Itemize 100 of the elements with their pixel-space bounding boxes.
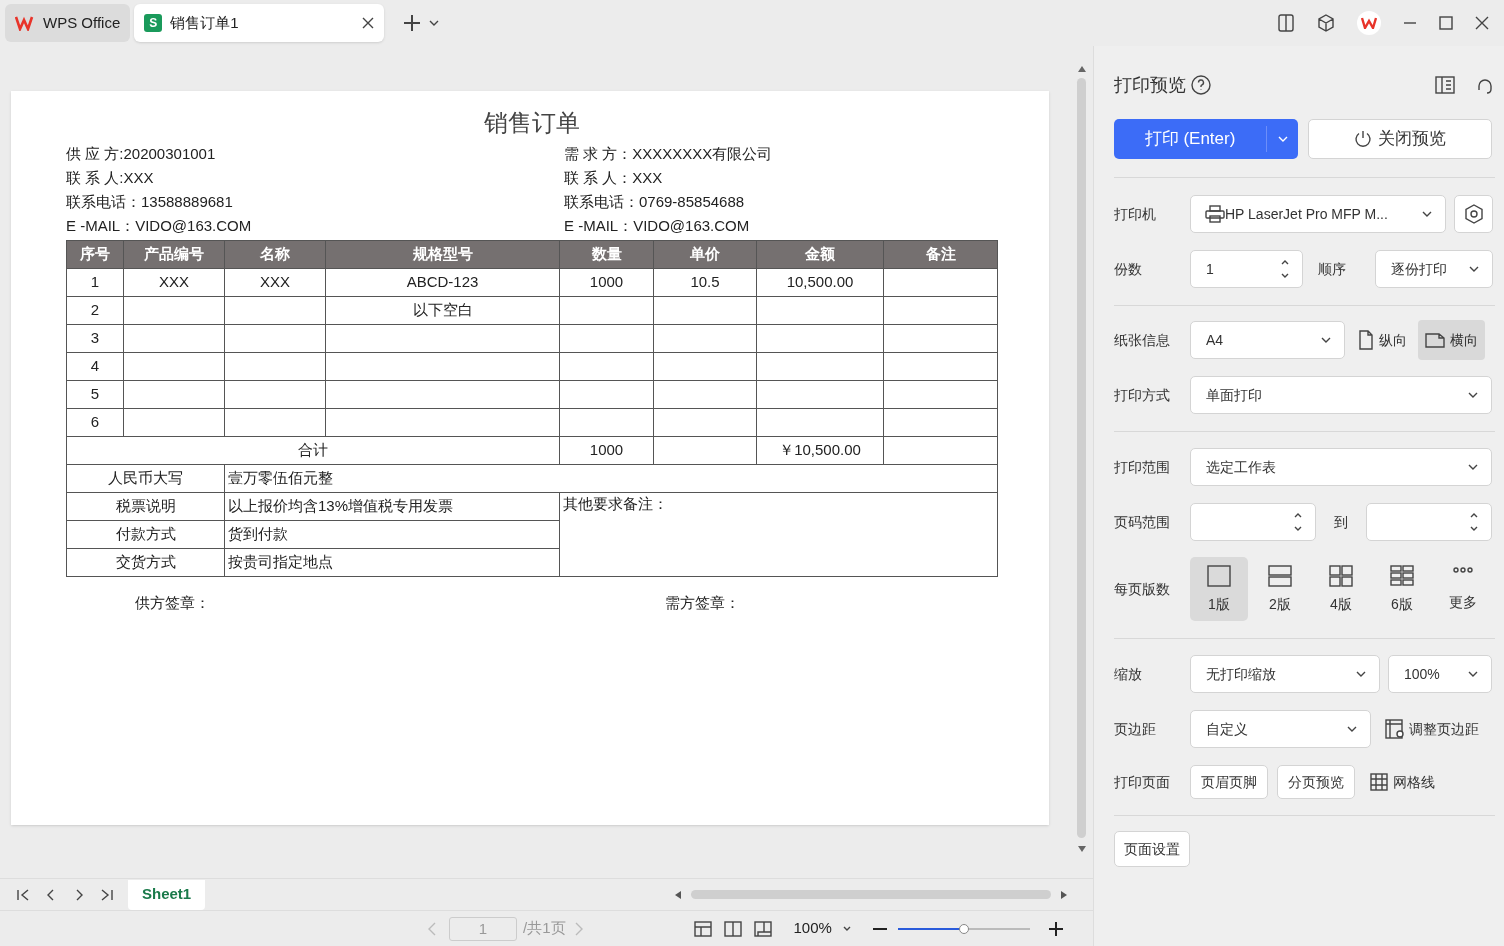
pages-per-sheet-option[interactable]: 4版 [1312, 557, 1370, 621]
dropdown[interactable]: A4 [1190, 321, 1345, 359]
column-header: 单价 [653, 240, 757, 269]
pages-per-sheet-option[interactable]: 更多 [1434, 557, 1492, 621]
scroll-up-icon[interactable] [1077, 66, 1086, 72]
wps-logo-icon [15, 15, 35, 31]
orientation-option[interactable]: 纵向 [1351, 320, 1414, 360]
spin-arrows-icon[interactable] [1469, 511, 1479, 533]
slider-thumb[interactable] [958, 923, 969, 934]
first-sheet-icon[interactable] [16, 887, 30, 902]
table-cell: 10.5 [653, 268, 757, 297]
portrait-page-icon [1358, 330, 1374, 350]
orientation-option[interactable]: 横向 [1418, 320, 1485, 360]
cube-icon[interactable] [1317, 14, 1335, 32]
zoom-in-icon[interactable] [1047, 920, 1064, 937]
scrollbar-thumb[interactable] [1077, 78, 1086, 838]
field-label: 纸张信息 [1114, 330, 1171, 350]
print-button[interactable]: 打印 (Enter) [1114, 119, 1298, 159]
table-cell: XXX [123, 268, 225, 297]
sheet-tab[interactable]: Sheet1 [128, 879, 206, 910]
signature-label: 供方签章： [135, 593, 211, 613]
power-icon [1354, 130, 1372, 148]
spreadsheet-icon: S [144, 14, 163, 32]
column-header: 数量 [559, 240, 654, 269]
two-page-icon [1267, 563, 1293, 588]
column-header: 金额 [756, 240, 884, 269]
dropdown[interactable]: 无打印缩放 [1190, 655, 1380, 693]
landscape-page-icon [1425, 332, 1445, 348]
page-setup-button[interactable]: 页面设置 [1114, 831, 1190, 867]
zoom-level[interactable]: 100% [793, 917, 832, 940]
number-field[interactable] [1190, 503, 1316, 541]
pages-per-sheet-option[interactable]: 2版 [1251, 557, 1309, 621]
field-label: 每页版数 [1114, 579, 1171, 599]
spin-arrows-icon[interactable] [1280, 258, 1290, 280]
info-line: 联 系 人:XXX [66, 168, 155, 188]
layout-icon[interactable] [1435, 76, 1455, 94]
close-icon[interactable] [362, 17, 375, 29]
table-cell: 以上报价均含13%增值税专用发票 [224, 492, 560, 521]
table-cell: 人民币大写 [66, 464, 225, 493]
column-header: 备注 [883, 240, 998, 269]
margin-icon [1385, 719, 1405, 739]
table-cell: XXX [224, 268, 326, 297]
close-icon[interactable] [1475, 16, 1489, 30]
new-tab-icon[interactable] [402, 13, 423, 33]
help-icon[interactable] [1191, 75, 1211, 95]
printer-icon [1205, 205, 1225, 223]
column-header: 产品编号 [123, 240, 225, 269]
table-cell: 10,500.00 [756, 268, 884, 297]
field-label: 页边距 [1114, 719, 1157, 739]
number-field[interactable] [1366, 503, 1492, 541]
scroll-down-icon[interactable] [1077, 846, 1086, 852]
adjust-margins-button[interactable]: 调整页边距 [1385, 718, 1479, 740]
four-page-grid-icon [1328, 563, 1354, 588]
table-cell: 2 [66, 296, 124, 325]
gridlines-button[interactable]: 网格线 [1370, 771, 1435, 793]
table-cell: 1 [66, 268, 124, 297]
dropdown[interactable]: 逐份打印 [1375, 250, 1493, 288]
printer-settings-button[interactable] [1454, 195, 1493, 233]
close-preview-button[interactable]: 关闭预览 [1308, 119, 1492, 159]
pages-per-sheet-option[interactable]: 6版 [1373, 557, 1431, 621]
page-view-icon[interactable] [753, 920, 772, 937]
table-cell: 6 [66, 408, 124, 437]
table-cell: 3 [66, 324, 124, 353]
dropdown[interactable]: HP LaserJet Pro MFP M... [1190, 195, 1446, 233]
info-line: 联 系 人：XXX [564, 168, 664, 188]
scroll-right-icon[interactable] [1061, 890, 1067, 899]
page-count: /共1页 [523, 918, 566, 939]
field-label: 顺序 [1318, 259, 1347, 279]
table-cell: 交货方式 [66, 548, 225, 577]
table-cell: 4 [66, 352, 124, 381]
maximize-icon[interactable] [1439, 16, 1453, 30]
last-sheet-icon[interactable] [100, 887, 114, 902]
wps-mark-icon [1361, 17, 1377, 29]
field-label: 到 [1333, 512, 1349, 532]
window-tab[interactable]: S 销售订单1 [134, 4, 385, 42]
table-cell: 合计 [66, 436, 560, 465]
print-page-button[interactable]: 页眉页脚 [1190, 765, 1268, 799]
spin-arrows-icon[interactable] [1293, 511, 1303, 533]
panel-title: 打印预览 [1114, 73, 1186, 97]
scrollbar-thumb[interactable] [691, 890, 1051, 899]
wps-logo-icon[interactable] [1357, 11, 1381, 35]
window-tab[interactable]: WPS Office [5, 4, 131, 42]
dropdown[interactable]: 100% [1388, 655, 1492, 693]
print-page-button[interactable]: 分页预览 [1277, 765, 1355, 799]
number-field[interactable]: 1 [1190, 250, 1303, 288]
dropdown[interactable]: 自定义 [1190, 710, 1371, 748]
split-view-icon[interactable] [723, 920, 742, 937]
field-label: 缩放 [1114, 664, 1143, 684]
panel-icon[interactable] [1277, 14, 1295, 32]
table-cell: 1000 [559, 436, 654, 465]
dropdown[interactable]: 单面打印 [1190, 376, 1492, 414]
table-cell: 其他要求备注： [559, 492, 998, 577]
scroll-left-icon[interactable] [675, 890, 681, 899]
pages-per-sheet-option[interactable]: 1版 [1190, 557, 1248, 621]
field-label: 打印方式 [1114, 385, 1171, 405]
dropdown[interactable]: 选定工作表 [1190, 448, 1492, 486]
single-page-icon [1206, 563, 1232, 588]
table-cell: ￥10,500.00 [756, 436, 884, 465]
info-line: 需 求 方：XXXXXXXX有限公司 [564, 144, 774, 164]
normal-view-icon[interactable] [693, 920, 712, 937]
